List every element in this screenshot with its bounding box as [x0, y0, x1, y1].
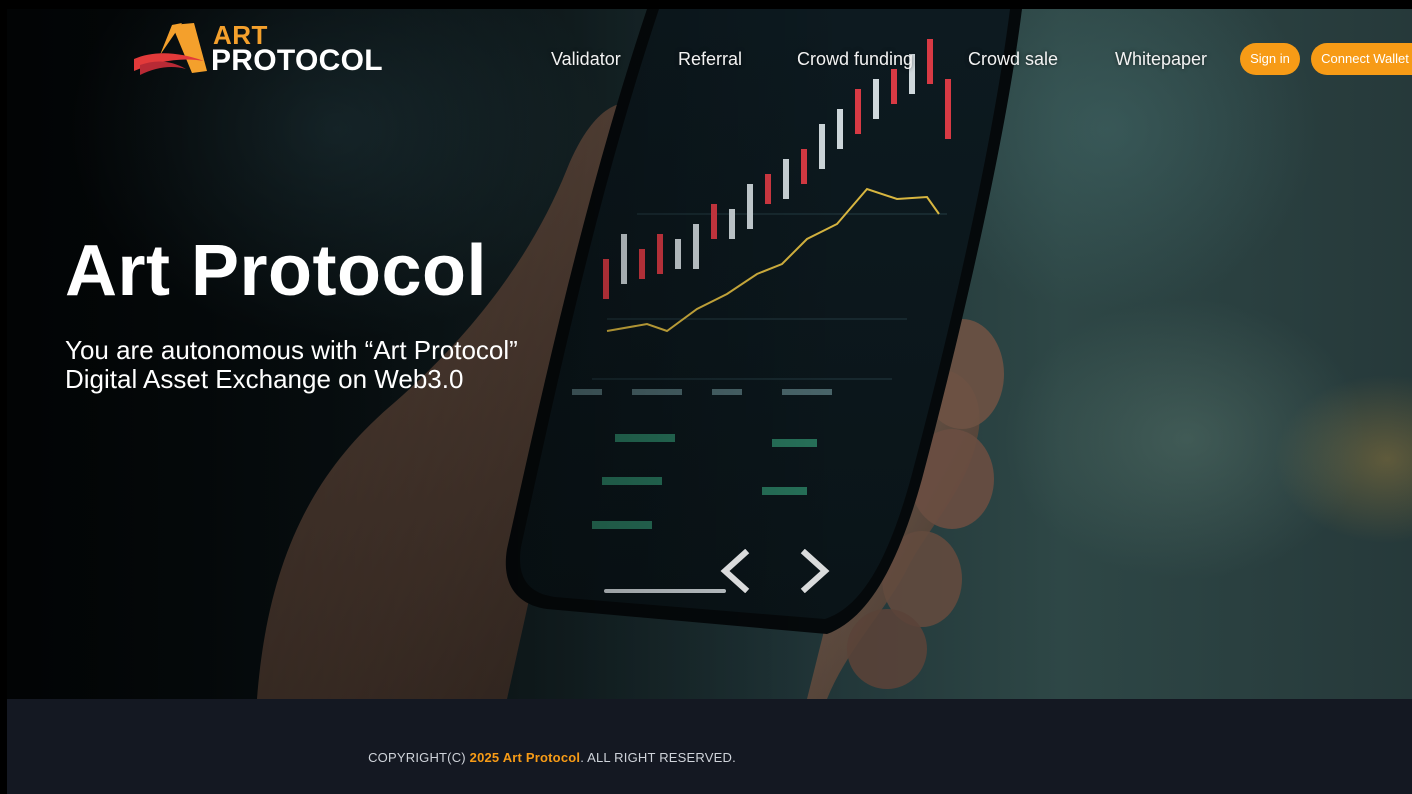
- chevron-left-icon: [720, 548, 750, 594]
- copyright-prefix: COPYRIGHT(C): [368, 750, 470, 765]
- hero-subtitle-line2: Digital Asset Exchange on Web3.0: [65, 364, 464, 394]
- nav-item-whitepaper[interactable]: Whitepaper: [1115, 47, 1207, 71]
- hero-title: Art Protocol: [65, 231, 488, 311]
- hero-banner: ART PROTOCOL Validator Referral Crowd fu…: [7, 9, 1412, 699]
- copyright-suffix: . ALL RIGHT RESERVED.: [580, 750, 736, 765]
- hero-subtitle-line1: You are autonomous with “Art Protocol”: [65, 335, 518, 365]
- copyright-brand: 2025 Art Protocol: [469, 750, 581, 765]
- logo-text-bottom: PROTOCOL: [211, 44, 383, 77]
- nav-item-crowd-funding[interactable]: Crowd funding: [797, 47, 913, 71]
- nav-item-referral[interactable]: Referral: [678, 47, 742, 71]
- nav-item-crowd-sale[interactable]: Crowd sale: [968, 47, 1058, 71]
- nav-item-validator[interactable]: Validator: [551, 47, 621, 71]
- sign-in-button[interactable]: Sign in: [1240, 43, 1300, 75]
- chevron-right-icon: [800, 548, 830, 594]
- footer: COPYRIGHT(C) 2025 Art Protocol. ALL RIGH…: [7, 699, 1412, 794]
- logo[interactable]: ART PROTOCOL: [132, 19, 383, 79]
- hero-subtitle: You are autonomous with “Art Protocol” D…: [65, 336, 625, 394]
- connect-wallet-button[interactable]: Connect Wallet: [1311, 43, 1412, 75]
- slider-next-button[interactable]: [795, 548, 835, 594]
- slider-prev-button[interactable]: [715, 548, 755, 594]
- page-frame: ART PROTOCOL Validator Referral Crowd fu…: [7, 9, 1412, 794]
- logo-mark-icon: [134, 23, 207, 75]
- copyright-text: COPYRIGHT(C) 2025 Art Protocol. ALL RIGH…: [7, 749, 1097, 767]
